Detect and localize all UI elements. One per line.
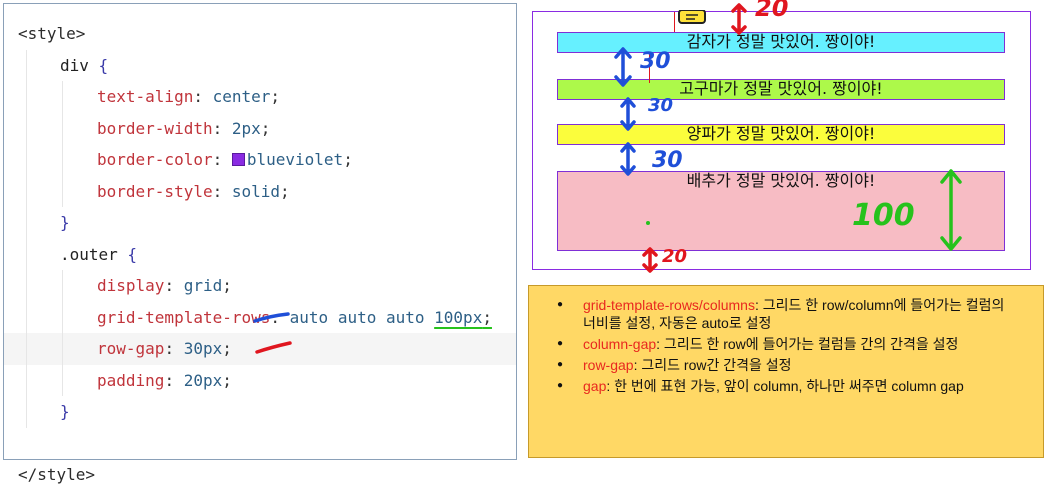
red-double-arrow bbox=[731, 3, 747, 35]
selector-outer: .outer bbox=[60, 244, 118, 264]
code-line: } bbox=[4, 207, 516, 239]
style-open-tag: <style> bbox=[18, 24, 86, 43]
code-line: border-color: blueviolet; bbox=[4, 144, 516, 176]
code-line: text-align: center; bbox=[4, 81, 516, 113]
note-item: column-gap: 그리드 한 row에 들어가는 컬럼들 간의 간격을 설… bbox=[555, 335, 1021, 353]
code-line: display: grid; bbox=[4, 270, 516, 302]
blue-double-arrow bbox=[614, 47, 632, 87]
code-line: <style> bbox=[4, 18, 516, 50]
blue-double-arrow bbox=[620, 142, 636, 176]
notes-box: grid-template-rows/columns: 그리드 한 row/co… bbox=[528, 285, 1044, 458]
red-pen-mark bbox=[255, 341, 292, 354]
selector-div: div bbox=[60, 55, 89, 75]
blue-pen-mark bbox=[253, 312, 290, 323]
note-item: gap: 한 번에 표현 가능, 앞이 column, 하나만 써주면 colu… bbox=[555, 377, 1021, 395]
green-double-arrow bbox=[940, 169, 962, 251]
note-item: row-gap: 그리드 row간 간격을 설정 bbox=[555, 356, 1021, 374]
annotation-top-padding: 20 bbox=[755, 0, 789, 22]
underlined-value: 100px bbox=[434, 307, 483, 327]
blue-double-arrow bbox=[620, 97, 636, 131]
red-double-arrow bbox=[642, 247, 658, 273]
code-line: </style> bbox=[4, 459, 516, 491]
green-dot bbox=[646, 221, 650, 225]
comment-icon[interactable] bbox=[677, 10, 707, 26]
code-editor[interactable]: <style> div { text-align: center; border… bbox=[3, 3, 517, 484]
annotation-gap-2: 30 bbox=[648, 95, 674, 116]
code-line: } bbox=[4, 396, 516, 428]
annotation-row-height: 100 bbox=[852, 198, 915, 233]
code-line: .outer { bbox=[4, 238, 516, 270]
annotation-gap-3: 30 bbox=[652, 148, 683, 173]
color-swatch-icon[interactable] bbox=[231, 153, 245, 166]
note-item: grid-template-rows/columns: 그리드 한 row/co… bbox=[555, 296, 1021, 332]
annotation-gap-1: 30 bbox=[640, 49, 671, 74]
code-line: border-style: solid; bbox=[4, 175, 516, 207]
code-line: padding: 20px; bbox=[4, 364, 516, 396]
code-line: div { bbox=[4, 49, 516, 81]
annotation-bottom-padding: 20 bbox=[662, 246, 688, 267]
cursor-line bbox=[674, 12, 675, 32]
code-line: border-width: 2px; bbox=[4, 112, 516, 144]
